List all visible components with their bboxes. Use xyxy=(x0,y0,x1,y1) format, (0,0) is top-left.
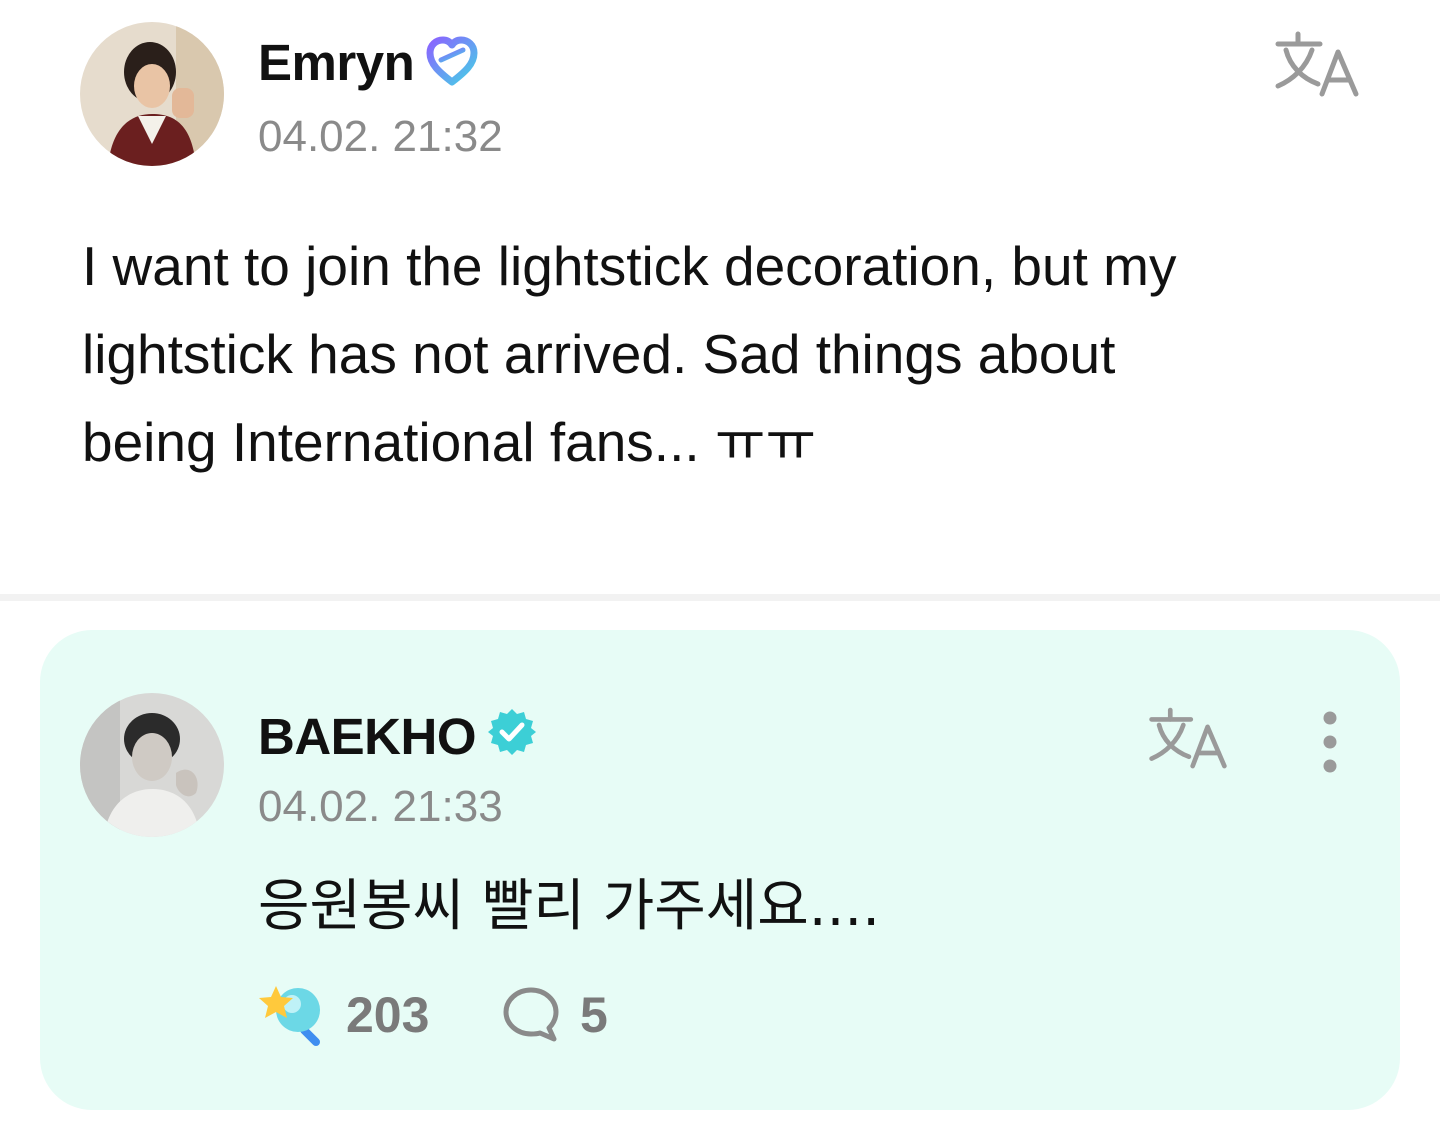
post-author-name[interactable]: Emryn xyxy=(258,33,415,92)
post-body-text: I want to join the lightstick decoration… xyxy=(82,235,1177,473)
fan-heart-badge-icon xyxy=(425,36,479,93)
cheer-button[interactable]: 203 xyxy=(258,980,448,1046)
cheer-count: 203 xyxy=(346,987,430,1043)
verified-badge-icon xyxy=(486,706,538,763)
translate-icon xyxy=(1275,31,1359,97)
post-timestamp: 04.02. 21:32 xyxy=(258,112,503,161)
translate-icon xyxy=(1149,707,1227,769)
reply-button[interactable]: 5 xyxy=(500,980,640,1046)
translate-button[interactable] xyxy=(1272,30,1362,105)
fan-post: Emryn 04.02. 21:32 I want to join the li… xyxy=(0,0,1440,596)
post-author-avatar[interactable] xyxy=(80,22,224,166)
reply-count: 5 xyxy=(580,987,608,1043)
comment-author-avatar[interactable] xyxy=(80,693,224,837)
more-vertical-icon xyxy=(1323,711,1337,773)
comment-body-text: 응원봉씨 빨리 가주세요.... xyxy=(258,874,881,939)
section-divider xyxy=(0,594,1440,601)
comment-translate-button[interactable] xyxy=(1146,706,1230,777)
comment-timestamp: 04.02. 21:33 xyxy=(258,782,503,831)
more-options-button[interactable] xyxy=(1308,710,1352,780)
comment-author-name[interactable]: BAEKHO xyxy=(258,707,477,766)
speech-bubble-icon xyxy=(500,984,562,1049)
artist-comment-card: BAEKHO 04.02. 21:33 응원봉씨 빨리 가주세요.... 203… xyxy=(40,630,1400,1110)
weverse-post-view: Emryn 04.02. 21:32 I want to join the li… xyxy=(0,0,1440,1136)
cheer-lightstick-icon xyxy=(258,980,328,1051)
